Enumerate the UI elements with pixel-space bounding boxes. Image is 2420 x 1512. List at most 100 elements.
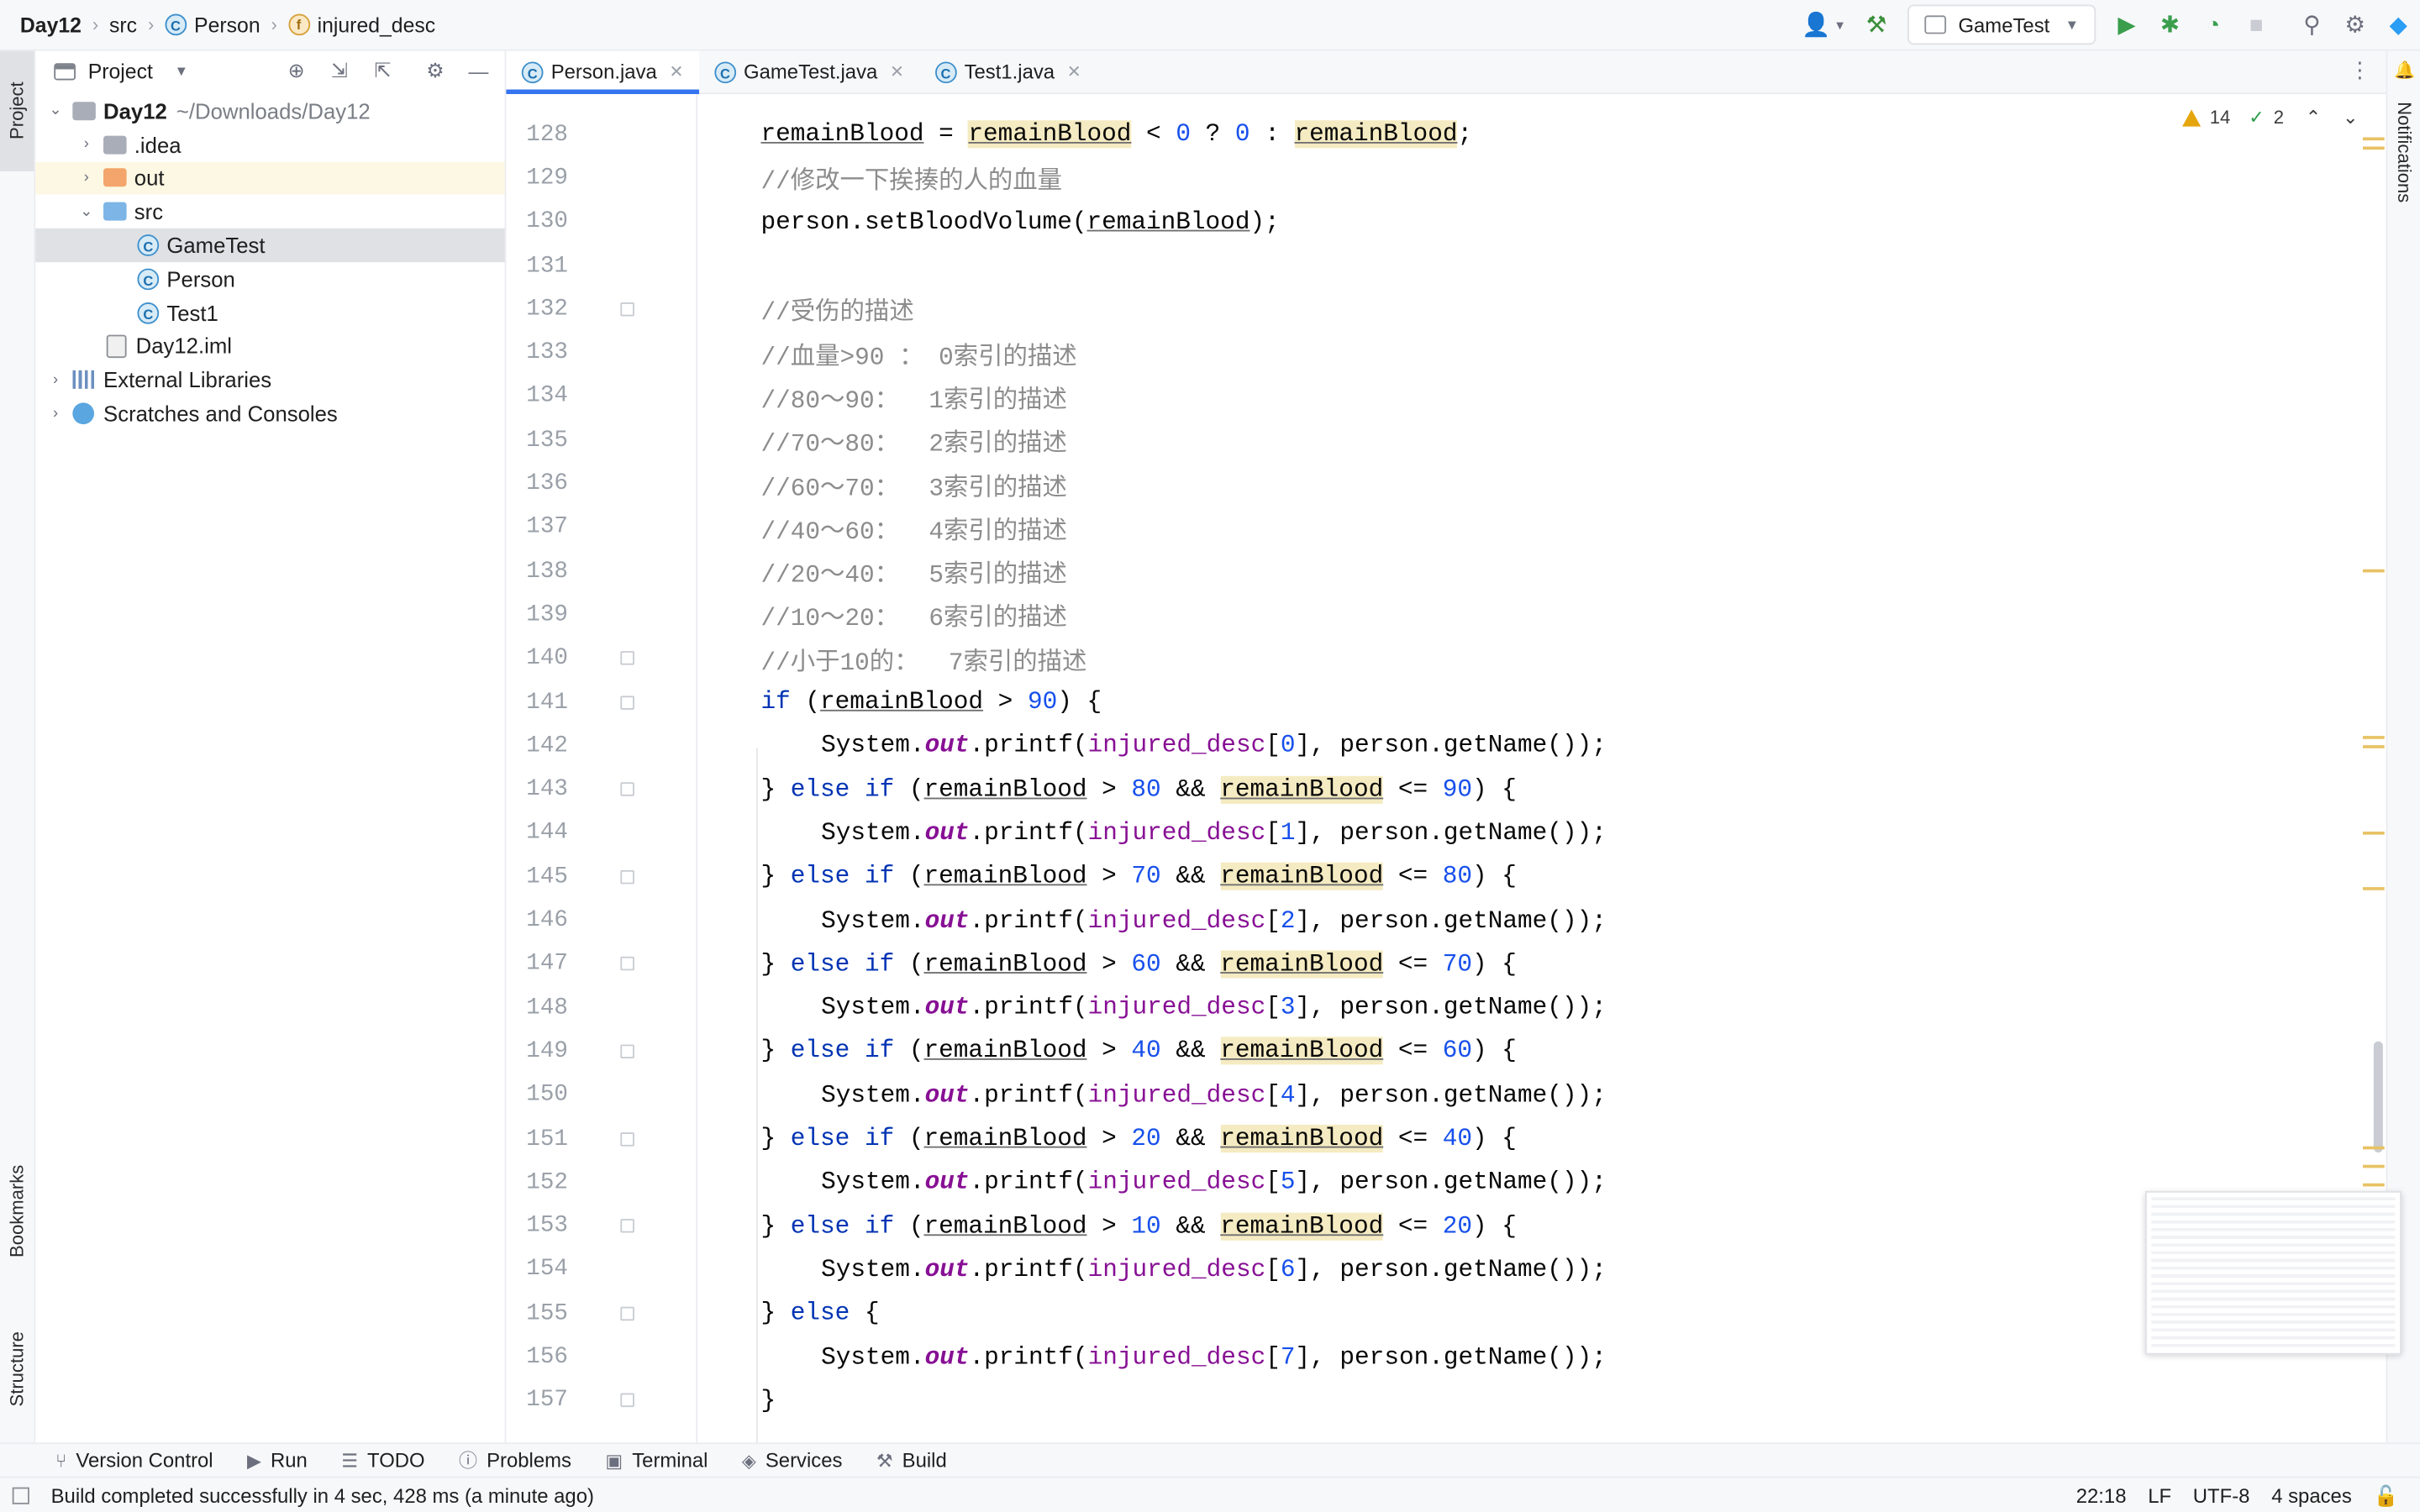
line-number[interactable]: 140 — [506, 645, 568, 671]
fold-marker-icon[interactable] — [620, 957, 634, 971]
breadcrumb-field[interactable]: f injured_desc — [287, 13, 435, 36]
chevron-down-icon[interactable]: ▼ — [175, 63, 188, 78]
expand-all-icon[interactable]: ⇲ — [323, 54, 356, 87]
line-number[interactable]: 154 — [506, 1257, 568, 1283]
fold-marker-icon[interactable] — [620, 695, 634, 710]
chevron-up-icon[interactable]: ⌃ — [2306, 107, 2321, 129]
locate-target-icon[interactable]: ⊕ — [279, 54, 313, 87]
code-line[interactable]: 129 //修改一下挨揍的人的血量 — [506, 156, 2386, 200]
code-line[interactable]: 137 //40～60： 4索引的描述 — [506, 506, 2386, 549]
fold-marker-icon[interactable] — [620, 782, 634, 796]
code-line[interactable]: 149} else if (remainBlood > 40 && remain… — [506, 1030, 2386, 1074]
tree-item-idea[interactable]: › .idea — [35, 128, 504, 161]
stripe-mark[interactable] — [2362, 1183, 2385, 1187]
fold-marker-icon[interactable] — [620, 1219, 634, 1233]
line-number[interactable]: 132 — [506, 296, 568, 322]
collapse-all-icon[interactable]: ⇱ — [366, 54, 399, 87]
tool-problems[interactable]: ⓘ Problems — [459, 1447, 571, 1473]
stripe-mark[interactable] — [2362, 569, 2385, 573]
line-number[interactable]: 156 — [506, 1344, 568, 1370]
debug-icon[interactable]: ✱ — [2149, 3, 2191, 46]
code-line[interactable]: 140 //小于10的： 7索引的描述 — [506, 637, 2386, 680]
fold-marker-icon[interactable] — [620, 1044, 634, 1058]
code-line[interactable]: 151} else if (remainBlood > 20 && remain… — [506, 1117, 2386, 1161]
tool-build[interactable]: ⚒ Build — [876, 1449, 947, 1473]
code-line[interactable]: 138 //20～40： 5索引的描述 — [506, 549, 2386, 593]
stripe-mark[interactable] — [2362, 745, 2385, 748]
user-icon[interactable]: 👤 ▼ — [1793, 3, 1854, 46]
line-number[interactable]: 157 — [506, 1388, 568, 1414]
tool-tab-bookmarks[interactable]: Bookmarks — [0, 1138, 34, 1284]
chevron-right-icon[interactable]: › — [45, 405, 66, 422]
indent-setting[interactable]: 4 spaces — [2271, 1484, 2352, 1508]
tree-item-person[interactable]: C Person — [35, 262, 504, 296]
stripe-mark[interactable] — [2362, 831, 2385, 835]
tree-item-scratches[interactable]: › Scratches and Consoles — [35, 396, 504, 430]
tree-item-src[interactable]: ⌄ src — [35, 195, 504, 228]
breadcrumb-folder[interactable]: src — [109, 13, 137, 37]
status-message[interactable]: Build completed successfully in 4 sec, 4… — [51, 1484, 594, 1508]
caret-position[interactable]: 22:18 — [2076, 1484, 2127, 1508]
chevron-right-icon[interactable]: › — [76, 170, 97, 186]
fold-marker-icon[interactable] — [620, 302, 634, 317]
close-icon[interactable]: ✕ — [890, 61, 904, 81]
line-number[interactable]: 139 — [506, 601, 568, 627]
tool-services[interactable]: ◈ Services — [742, 1449, 843, 1473]
line-number[interactable]: 149 — [506, 1038, 568, 1064]
screenshot-preview-thumbnail[interactable] — [2145, 1190, 2402, 1355]
tab-test1-java[interactable]: C Test1.java ✕ — [919, 51, 1097, 93]
line-separator[interactable]: LF — [2148, 1484, 2171, 1508]
stripe-mark[interactable] — [2362, 1146, 2385, 1150]
code-line[interactable]: 144 System.out.printf(injured_desc[1], pe… — [506, 811, 2386, 855]
tool-run[interactable]: ▶ Run — [247, 1449, 308, 1473]
code-line[interactable]: 135 //70～80： 2索引的描述 — [506, 418, 2386, 462]
line-number[interactable]: 155 — [506, 1300, 568, 1326]
tree-item-iml[interactable]: Day12.iml — [35, 329, 504, 363]
stripe-mark[interactable] — [2362, 137, 2385, 141]
tool-tab-project[interactable]: Project — [0, 50, 34, 171]
tab-person-java[interactable]: C Person.java ✕ — [506, 50, 699, 95]
line-number[interactable]: 148 — [506, 995, 568, 1021]
code-line[interactable]: 142 System.out.printf(injured_desc[0], pe… — [506, 724, 2386, 768]
fold-marker-icon[interactable] — [620, 1306, 634, 1320]
line-number[interactable]: 128 — [506, 121, 568, 147]
fold-marker-icon[interactable] — [620, 869, 634, 884]
fold-marker-icon[interactable] — [620, 1394, 634, 1408]
stripe-mark[interactable] — [2362, 887, 2385, 890]
line-number[interactable]: 136 — [506, 470, 568, 496]
line-number[interactable]: 142 — [506, 732, 568, 759]
tree-item-external-libraries[interactable]: › External Libraries — [35, 363, 504, 396]
settings-gear-icon[interactable]: ⚙ — [2333, 3, 2376, 46]
line-number[interactable]: 143 — [506, 776, 568, 802]
line-number[interactable]: 145 — [506, 864, 568, 890]
code-line[interactable]: 155} else { — [506, 1291, 2386, 1335]
line-number[interactable]: 133 — [506, 339, 568, 365]
code-line[interactable]: 133 //血量>90 ： 0索引的描述 — [506, 331, 2386, 375]
stripe-mark[interactable] — [2362, 1164, 2385, 1168]
line-number[interactable]: 153 — [506, 1213, 568, 1239]
close-icon[interactable]: ✕ — [1067, 61, 1081, 81]
gear-icon[interactable]: ⚙ — [418, 54, 452, 87]
close-icon[interactable]: ✕ — [669, 61, 683, 81]
chevron-right-icon[interactable]: › — [45, 371, 66, 388]
more-vertical-icon[interactable]: ⋮ — [2349, 57, 2370, 83]
code-line[interactable]: 136 //60～70： 3索引的描述 — [506, 462, 2386, 506]
code-line[interactable]: 153} else if (remainBlood > 10 && remain… — [506, 1205, 2386, 1248]
build-hammer-icon[interactable]: ⚒ — [1854, 3, 1897, 46]
line-number[interactable]: 138 — [506, 558, 568, 584]
code-line[interactable]: 157} — [506, 1378, 2386, 1422]
code-line[interactable]: 128 remainBlood = remainBlood < 0 ? 0 : r… — [506, 113, 2386, 156]
fold-marker-icon[interactable] — [620, 651, 634, 666]
line-number[interactable]: 152 — [506, 1169, 568, 1195]
chevron-down-icon[interactable]: ⌄ — [2343, 107, 2358, 129]
code-line[interactable]: 139 //10～20： 6索引的描述 — [506, 593, 2386, 637]
tool-tab-structure[interactable]: Structure — [0, 1304, 34, 1435]
search-icon[interactable]: ⚲ — [2291, 3, 2333, 46]
code-editor[interactable]: 128 remainBlood = remainBlood < 0 ? 0 : r… — [506, 94, 2386, 1443]
code-line[interactable]: 145} else if (remainBlood > 70 && remain… — [506, 855, 2386, 899]
code-line[interactable]: 148 System.out.printf(injured_desc[3], pe… — [506, 986, 2386, 1030]
stripe-mark[interactable] — [2362, 146, 2385, 150]
tab-gametest-java[interactable]: C GameTest.java ✕ — [699, 51, 920, 93]
inspection-widget[interactable]: 14 ✓ 2 ⌃ ⌄ — [2181, 107, 2358, 129]
tree-item-day12[interactable]: ⌄ Day12 ~/Downloads/Day12 — [35, 94, 504, 128]
